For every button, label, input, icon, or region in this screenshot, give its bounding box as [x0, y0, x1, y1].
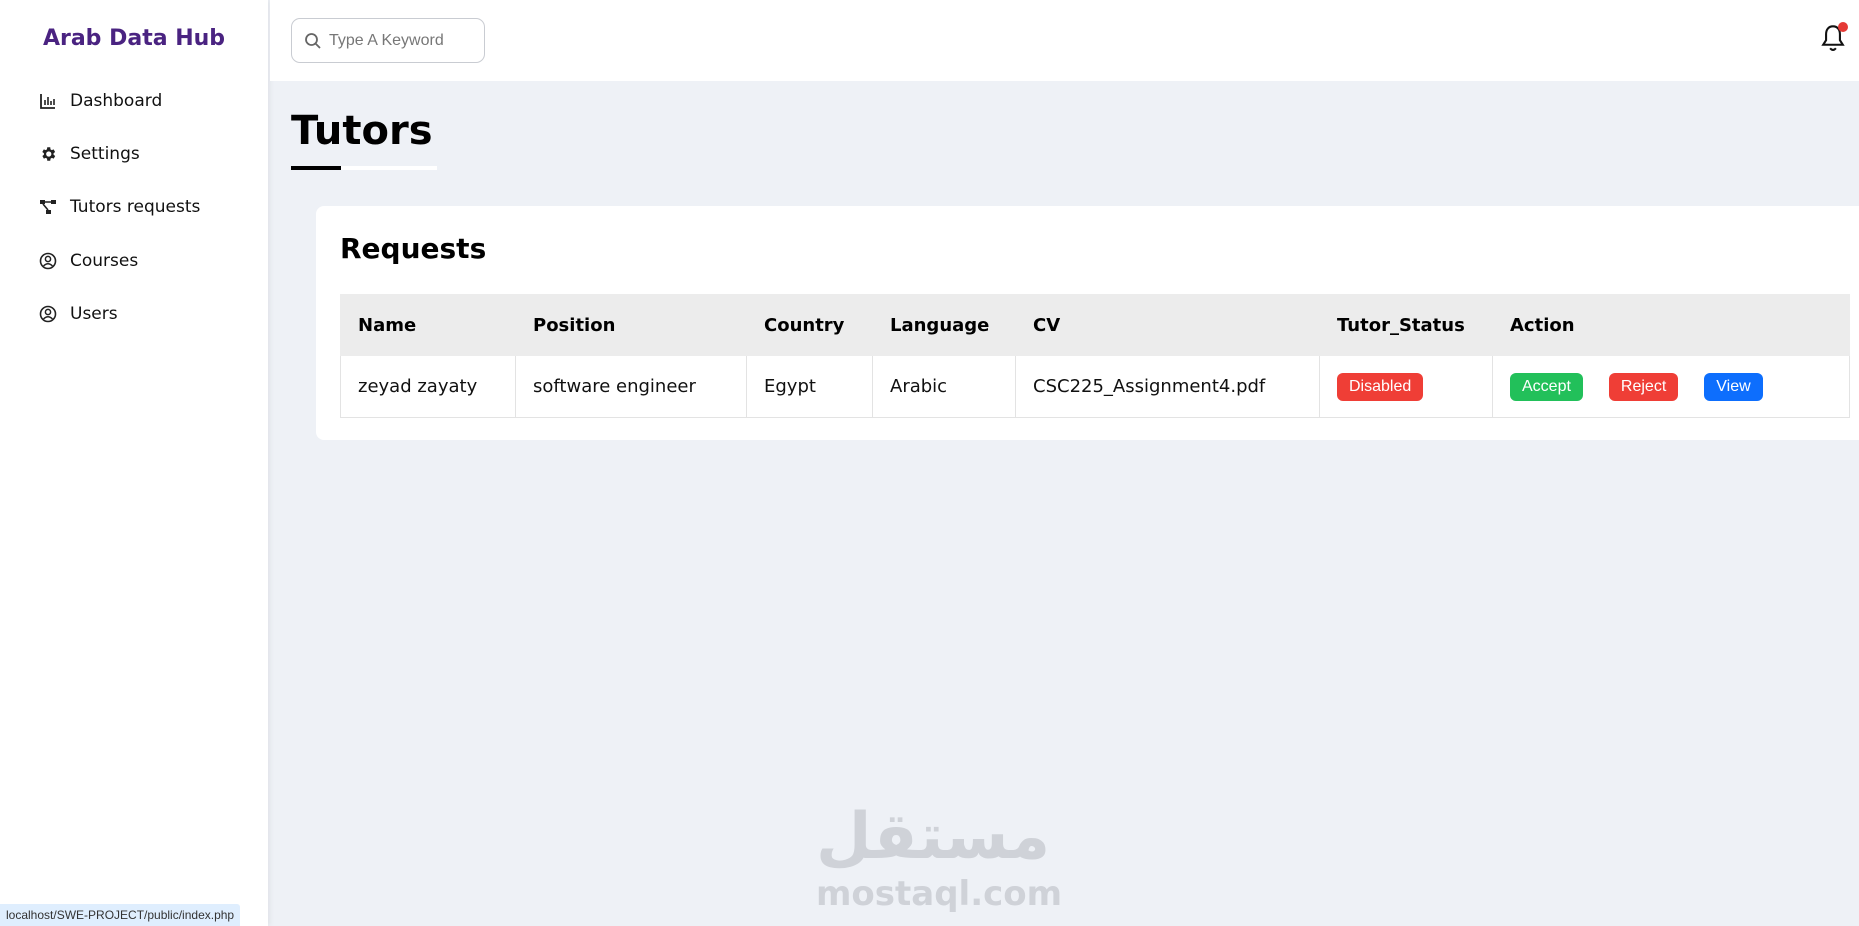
column-header-country: Country [746, 294, 873, 356]
requests-card: Requests Name Position Country Language … [316, 206, 1859, 440]
brand-logo-text[interactable]: Arab Data Hub [0, 26, 268, 51]
sidebar-item-users[interactable]: Users [38, 299, 118, 329]
user-circle-icon [38, 251, 58, 271]
watermark-latin: mostaql.com [816, 874, 1063, 914]
status-badge: Disabled [1337, 372, 1424, 401]
top-header [270, 0, 1859, 81]
status-bar-url: localhost/SWE-PROJECT/public/index.php [0, 904, 241, 926]
gear-icon [38, 144, 58, 164]
title-underline [291, 166, 341, 170]
column-header-action: Action [1492, 294, 1850, 356]
sidebar-item-label: Settings [70, 144, 140, 164]
page-title: Tutors [291, 108, 433, 154]
sidebar: Arab Data Hub Dashboard Settings Tutors … [0, 0, 268, 926]
cell-country: Egypt [746, 355, 873, 418]
sidebar-item-dashboard[interactable]: Dashboard [38, 86, 162, 116]
sidebar-item-label: Courses [70, 251, 139, 271]
watermark-arabic: مستقل [816, 800, 1051, 874]
sidebar-item-label: Dashboard [70, 91, 163, 111]
cell-actions: Accept Reject View [1492, 355, 1850, 418]
table-header-row: Name Position Country Language CV Tutor_… [340, 294, 1850, 356]
notification-button[interactable] [1819, 22, 1849, 56]
watermark-logo: مستقل mostaql.com [816, 800, 1063, 914]
table-row: zeyad zayaty software engineer Egypt Ara… [340, 355, 1850, 418]
sidebar-item-settings[interactable]: Settings [38, 139, 140, 169]
search-input[interactable] [329, 31, 479, 50]
column-header-language: Language [872, 294, 1016, 356]
cell-language: Arabic [872, 355, 1016, 418]
search-icon [304, 32, 322, 50]
column-header-position: Position [515, 294, 747, 356]
sidebar-item-label: Users [70, 304, 118, 324]
requests-table: Name Position Country Language CV Tutor_… [340, 294, 1850, 418]
column-header-tutor-status: Tutor_Status [1319, 294, 1493, 356]
search-box[interactable] [291, 18, 485, 63]
sidebar-item-label: Tutors requests [70, 197, 201, 217]
network-icon [38, 197, 58, 217]
reject-button[interactable]: Reject [1608, 372, 1679, 401]
sidebar-item-courses[interactable]: Courses [38, 246, 138, 276]
view-button[interactable]: View [1704, 372, 1763, 401]
column-header-cv: CV [1015, 294, 1320, 356]
requests-title: Requests [340, 232, 487, 265]
sidebar-item-tutors-requests[interactable]: Tutors requests [38, 192, 200, 222]
bar-chart-icon [38, 91, 58, 111]
notification-dot [1838, 22, 1848, 32]
cell-cv[interactable]: CSC225_Assignment4.pdf [1015, 355, 1320, 418]
user-circle-icon [38, 304, 58, 324]
cell-position: software engineer [515, 355, 747, 418]
cell-name: zeyad zayaty [340, 355, 516, 418]
column-header-name: Name [340, 294, 516, 356]
accept-button[interactable]: Accept [1510, 372, 1583, 401]
cell-status: Disabled [1319, 355, 1493, 418]
